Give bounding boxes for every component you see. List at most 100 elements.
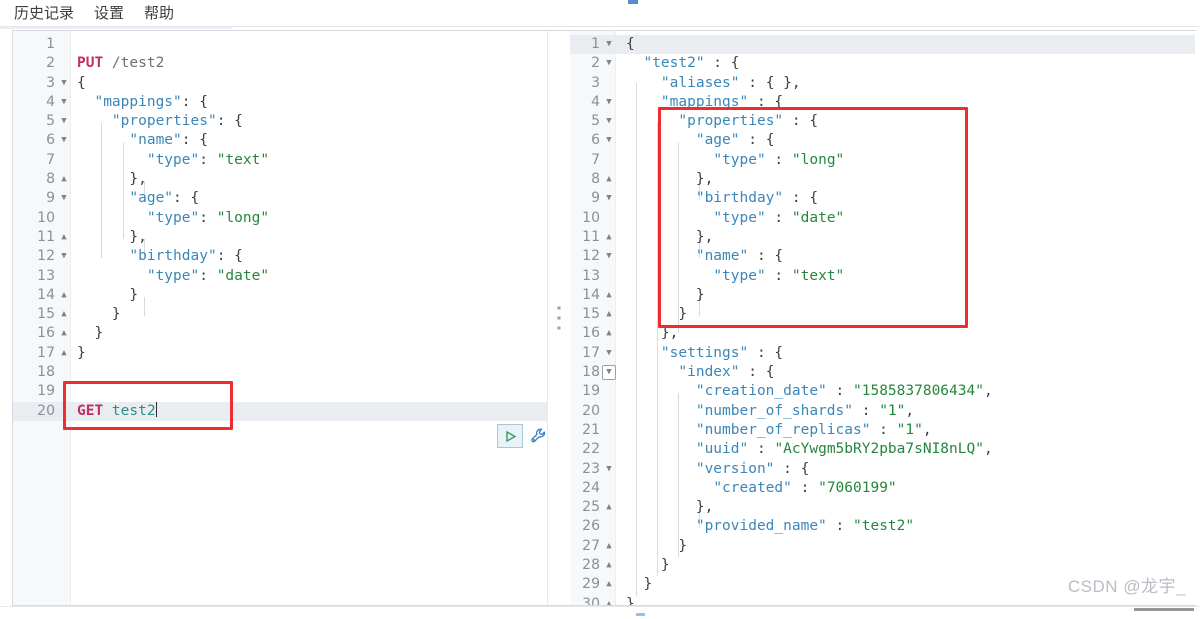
code-line[interactable]: 23 ▼ "version" : { [570,460,1195,479]
code-line[interactable]: 18 ▼ "index" : { [570,363,1195,382]
code-line[interactable]: 22 "uuid" : "AcYwgm5bRY2pba7sNI8nLQ", [570,440,1195,459]
code-line[interactable]: 19 [13,382,547,401]
code-line[interactable]: 27 ▲ } [570,537,1195,556]
code-line[interactable]: 4 ▼ "mappings": { [13,93,547,112]
code-text: }, [616,498,1195,517]
fold-toggle-icon[interactable]: ▼ [602,460,616,479]
fold-toggle-icon[interactable]: ▲ [602,556,616,575]
code-line[interactable]: 11 ▲ }, [570,228,1195,247]
code-line[interactable]: 2 PUT /test2 [13,54,547,73]
code-line[interactable]: 4 ▼ "mappings" : { [570,93,1195,112]
code-line[interactable]: 13 "type": "date" [13,267,547,286]
fold-toggle-icon[interactable]: ▼ [602,131,616,150]
fold-toggle-icon[interactable]: ▲ [602,498,616,517]
fold-toggle-icon[interactable]: ▼ [57,74,71,93]
fold-toggle-icon[interactable]: ▲ [602,537,616,556]
menu-item-history[interactable]: 历史记录 [14,0,74,27]
code-token: "long" [791,151,845,168]
fold-toggle-icon[interactable]: ▼ [602,344,616,363]
fold-toggle-icon[interactable]: ▼ [57,131,71,150]
code-line[interactable]: 17 ▲} [13,344,547,363]
code-line[interactable]: 20 "number_of_shards" : "1", [570,402,1195,421]
fold-toggle-icon[interactable]: ▲ [602,286,616,305]
fold-toggle-icon[interactable]: ▼ [602,35,616,54]
fold-toggle-icon[interactable]: ▼ [602,365,616,381]
response-pane[interactable]: 1 ▼{2 ▼ "test2" : {3 "aliases" : { }, 4 ▼ "m… [570,31,1195,605]
menu-item-settings[interactable]: 设置 [94,0,124,27]
fold-toggle-icon[interactable]: ▲ [602,228,616,247]
line-number: 9 [46,190,55,207]
code-line[interactable]: 11 ▲ }, [13,228,547,247]
code-line[interactable]: 25 ▲ }, [570,498,1195,517]
fold-toggle-icon[interactable]: ▲ [602,170,616,189]
fold-toggle-icon[interactable]: ▲ [57,170,71,189]
fold-toggle-icon[interactable]: ▼ [602,54,616,73]
fold-toggle-icon[interactable]: ▼ [57,112,71,131]
fold-toggle-icon[interactable]: ▼ [602,112,616,131]
code-line[interactable]: 5 ▼ "properties" : { [570,112,1195,131]
code-line[interactable]: 7 "type" : "long" [570,151,1195,170]
code-line[interactable]: 20 GET test2 [13,401,547,421]
code-line[interactable]: 10 "type" : "date" [570,209,1195,228]
code-line[interactable]: 6 ▼ "name": { [13,131,547,150]
fold-toggle-icon[interactable]: ▼ [57,247,71,266]
run-tools[interactable] [497,424,547,448]
code-line[interactable]: 6 ▼ "age" : { [570,131,1195,150]
code-line[interactable]: 24 "created" : "7060199" [570,479,1195,498]
code-token: : { [774,460,810,477]
code-line[interactable]: 12 ▼ "birthday": { [13,247,547,266]
fold-toggle-icon[interactable]: ▲ [57,286,71,305]
fold-toggle-icon[interactable]: ▼ [602,247,616,266]
fold-toggle-icon[interactable]: ▼ [57,189,71,208]
code-line[interactable]: 16 ▲ }, [570,324,1195,343]
code-token: : [826,383,853,400]
code-line[interactable]: 15 ▲ } [570,305,1195,324]
wrench-icon[interactable] [527,424,547,448]
code-line[interactable]: 18 [13,363,547,382]
code-line[interactable]: 21 "number_of_replicas" : "1", [570,421,1195,440]
pane-resizer[interactable] [548,31,570,605]
fold-toggle-icon[interactable]: ▼ [602,189,616,208]
code-line[interactable]: 9 ▼ "age": { [13,189,547,208]
code-line[interactable]: 15 ▲ } [13,305,547,324]
fold-toggle-icon[interactable]: ▼ [602,93,616,112]
fold-toggle-icon[interactable]: ▲ [57,344,71,363]
fold-toggle-icon[interactable]: ▼ [57,93,71,112]
code-line[interactable]: 14 ▲ } [13,286,547,305]
code-line[interactable]: 13 "type" : "text" [570,267,1195,286]
code-line[interactable]: 1 [13,35,547,54]
code-text: "mappings" : { [616,93,1195,112]
code-line[interactable]: 3 "aliases" : { }, [570,74,1195,93]
code-line[interactable]: 26 "provided_name" : "test2" [570,517,1195,536]
code-token: : { [181,132,208,149]
request-pane[interactable]: 1 2 PUT /test2 3 ▼{4 ▼ "mappings": {5 ▼ "prope… [13,31,548,605]
fold-toggle-icon[interactable]: ▲ [602,575,616,594]
fold-toggle-icon[interactable]: ▲ [602,305,616,324]
code-line[interactable]: 8 ▲ }, [570,170,1195,189]
code-token: } [626,306,688,323]
fold-toggle-icon[interactable]: ▲ [57,324,71,343]
request-code-area[interactable]: 1 2 PUT /test2 3 ▼{4 ▼ "mappings": {5 ▼ "prope… [13,31,547,605]
fold-toggle-icon[interactable]: ▲ [602,324,616,343]
code-line[interactable]: 7 "type": "text" [13,151,547,170]
code-line[interactable]: 12 ▼ "name" : { [570,247,1195,266]
code-line[interactable]: 1 ▼ { [570,35,1195,55]
code-line[interactable]: 19 "creation_date" : "1585837806434", [570,382,1195,401]
menu-item-help[interactable]: 帮助 [144,0,174,27]
code-line[interactable]: 9 ▼ "birthday" : { [570,189,1195,208]
code-line[interactable]: 17 ▼ "settings" : { [570,344,1195,363]
code-line[interactable]: 2 ▼ "test2" : { [570,54,1195,73]
fold-toggle-icon[interactable]: ▲ [57,305,71,324]
code-line[interactable]: 14 ▲ } [570,286,1195,305]
code-line[interactable]: 8 ▲ }, [13,170,547,189]
code-line[interactable]: 16 ▲ } [13,324,547,343]
code-line[interactable]: 5 ▼ "properties": { [13,112,547,131]
code-line[interactable]: 10 "type": "long" [13,209,547,228]
response-code-area[interactable]: 1 ▼{2 ▼ "test2" : {3 "aliases" : { }, 4 ▼ "m… [570,31,1195,605]
horizontal-scroll-nub[interactable] [1134,608,1194,611]
fold-toggle-icon[interactable]: ▲ [602,595,616,605]
code-line[interactable]: 3 ▼ { [13,74,547,93]
run-request-button[interactable] [497,424,523,448]
fold-toggle-icon[interactable]: ▲ [57,228,71,247]
